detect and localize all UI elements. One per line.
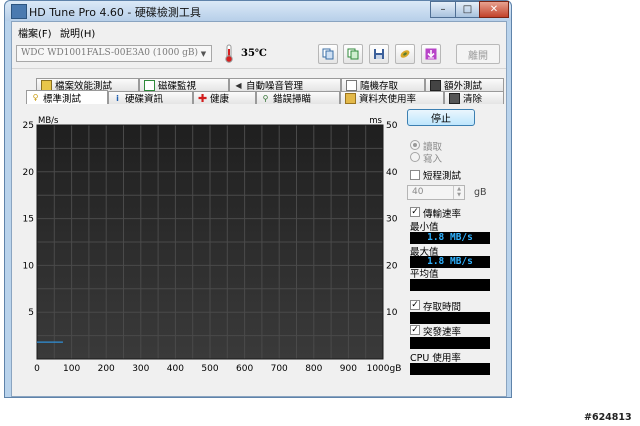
short-test-checkbox[interactable] — [410, 170, 420, 180]
x-tick-label: 1000gB — [367, 364, 402, 374]
short-test-size-input[interactable]: 40 ▲ ▼ — [407, 185, 465, 200]
stop-button[interactable]: 停止 — [407, 109, 475, 126]
y-right-tick-label: 30 — [386, 215, 398, 225]
min-label: 最小值 — [410, 222, 439, 233]
y-left-tick-label: 20 — [23, 168, 35, 178]
x-tick-label: 100 — [63, 364, 80, 374]
burst-rate-checkbox[interactable]: ✓ — [410, 325, 420, 335]
cpu-usage-value — [410, 363, 490, 375]
x-tick-label: 300 — [132, 364, 149, 374]
transfer-rate-label: 傳輸速率 — [423, 209, 462, 220]
y-right-axis-label: ms — [369, 116, 382, 126]
y-left-axis-label: MB/s — [38, 116, 59, 126]
cpu-usage-label: CPU 使用率 — [410, 353, 461, 364]
min-value: 1.8 MB/s — [410, 232, 490, 244]
y-left-tick-label: 10 — [23, 261, 35, 271]
access-time-label: 存取時間 — [423, 302, 462, 313]
y-right-tick-label: 50 — [386, 121, 398, 131]
x-tick-label: 500 — [201, 364, 218, 374]
transfer-rate-checkbox[interactable]: ✓ — [410, 207, 420, 217]
y-left-tick-label: 5 — [28, 308, 34, 318]
access-time-value — [410, 312, 490, 324]
spinner-arrows-icon[interactable]: ▲ ▼ — [453, 186, 464, 199]
y-right-tick-label: 10 — [386, 308, 398, 318]
x-tick-label: 900 — [340, 364, 357, 374]
y-left-tick-label: 25 — [23, 121, 34, 131]
short-test-label: 短程測試 — [423, 171, 462, 182]
access-time-checkbox[interactable]: ✓ — [410, 300, 420, 310]
x-tick-label: 700 — [271, 364, 288, 374]
x-tick-label: 200 — [98, 364, 115, 374]
burst-rate-value — [410, 337, 490, 349]
write-radio[interactable] — [410, 152, 420, 162]
short-test-size-value: 40 — [412, 187, 424, 197]
y-right-tick-label: 40 — [386, 168, 398, 178]
short-test-unit: gB — [474, 187, 487, 198]
read-radio[interactable] — [410, 140, 420, 150]
avg-value — [410, 279, 490, 291]
avg-label: 平均值 — [410, 269, 439, 280]
watermark: #624813 — [584, 412, 632, 423]
x-tick-label: 0 — [34, 364, 40, 374]
x-tick-label: 800 — [305, 364, 322, 374]
x-tick-label: 400 — [167, 364, 184, 374]
y-left-tick-label: 15 — [23, 215, 34, 225]
burst-rate-label: 突發速率 — [423, 327, 462, 338]
y-right-tick-label: 20 — [386, 261, 398, 271]
benchmark-chart: 25 20 15 10 5 50 40 30 20 10 MB/s ms 0 100 200 300 400 50… — [23, 116, 402, 374]
write-label: 寫入 — [423, 154, 443, 165]
x-tick-label: 600 — [236, 364, 253, 374]
